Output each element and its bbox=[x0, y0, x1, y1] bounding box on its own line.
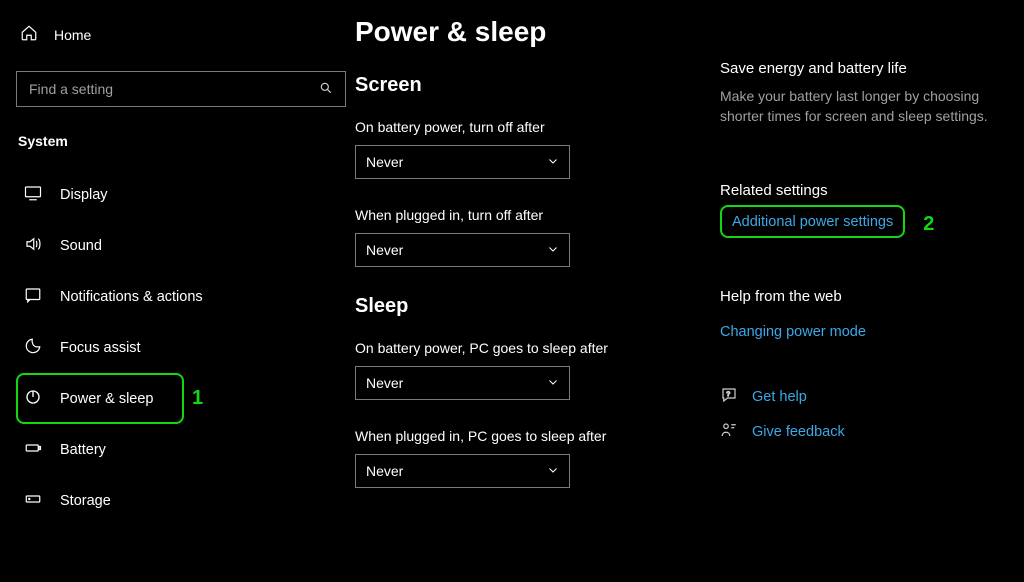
give-feedback-link[interactable]: Give feedback bbox=[720, 421, 1024, 442]
sidebar-section-system: System bbox=[16, 125, 345, 169]
save-energy-section: Save energy and battery life Make your b… bbox=[720, 60, 1024, 126]
search-input[interactable]: Find a setting bbox=[16, 71, 346, 107]
get-help-link[interactable]: ? Get help bbox=[720, 386, 1024, 407]
screen-battery-dropdown[interactable]: Never bbox=[355, 145, 570, 179]
sidebar-item-label: Notifications & actions bbox=[60, 289, 203, 305]
svg-text:?: ? bbox=[726, 391, 730, 398]
related-settings-section: Related settings Additional power settin… bbox=[720, 182, 1024, 238]
field-screen-battery: On battery power, turn off after Never bbox=[355, 119, 710, 179]
sidebar-item-label: Focus assist bbox=[60, 340, 141, 356]
sidebar-item-power-sleep[interactable]: Power & sleep bbox=[16, 373, 184, 424]
chevron-down-icon bbox=[547, 375, 559, 391]
settings-sidebar: Home Find a setting System Display Sound… bbox=[0, 0, 355, 582]
save-energy-body: Make your battery last longer by choosin… bbox=[720, 87, 1024, 126]
nav-home[interactable]: Home bbox=[16, 18, 345, 51]
related-settings-heading: Related settings bbox=[720, 182, 1024, 199]
help-icon: ? bbox=[720, 386, 738, 407]
sidebar-item-label: Power & sleep bbox=[60, 391, 154, 407]
screen-plugged-dropdown[interactable]: Never bbox=[355, 233, 570, 267]
right-column: Save energy and battery life Make your b… bbox=[720, 16, 1024, 582]
help-from-web-section: Help from the web Changing power mode bbox=[720, 288, 1024, 340]
annotation-one: 1 bbox=[192, 387, 203, 410]
changing-power-mode-link[interactable]: Changing power mode bbox=[720, 324, 866, 340]
sound-icon bbox=[24, 235, 42, 256]
storage-icon bbox=[24, 490, 42, 511]
sidebar-item-storage[interactable]: Storage bbox=[16, 475, 345, 526]
screen-heading: Screen bbox=[355, 74, 710, 97]
notifications-icon bbox=[24, 286, 42, 307]
search-placeholder: Find a setting bbox=[29, 81, 113, 97]
field-sleep-plugged: When plugged in, PC goes to sleep after … bbox=[355, 428, 710, 488]
field-label: On battery power, PC goes to sleep after bbox=[355, 340, 710, 356]
sidebar-item-notifications[interactable]: Notifications & actions bbox=[16, 271, 345, 322]
feedback-icon bbox=[720, 421, 738, 442]
sidebar-item-label: Battery bbox=[60, 442, 106, 458]
dropdown-value: Never bbox=[366, 154, 403, 170]
annotation-two: 2 bbox=[923, 213, 934, 236]
chevron-down-icon bbox=[547, 463, 559, 479]
chevron-down-icon bbox=[547, 242, 559, 258]
sidebar-item-sound[interactable]: Sound bbox=[16, 220, 345, 271]
get-help-label: Get help bbox=[752, 389, 807, 405]
additional-power-settings-link[interactable]: Additional power settings bbox=[732, 214, 893, 230]
field-sleep-battery: On battery power, PC goes to sleep after… bbox=[355, 340, 710, 400]
sidebar-item-display[interactable]: Display bbox=[16, 169, 345, 220]
home-icon bbox=[20, 24, 38, 45]
sidebar-item-label: Storage bbox=[60, 493, 111, 509]
page-title: Power & sleep bbox=[355, 16, 710, 48]
field-screen-plugged: When plugged in, turn off after Never bbox=[355, 207, 710, 267]
field-label: On battery power, turn off after bbox=[355, 119, 710, 135]
sleep-heading: Sleep bbox=[355, 295, 710, 318]
sleep-plugged-dropdown[interactable]: Never bbox=[355, 454, 570, 488]
display-icon bbox=[24, 184, 42, 205]
dropdown-value: Never bbox=[366, 242, 403, 258]
field-label: When plugged in, turn off after bbox=[355, 207, 710, 223]
support-links: ? Get help Give feedback bbox=[720, 386, 1024, 442]
annotation-box-two: Additional power settings bbox=[720, 205, 905, 238]
field-label: When plugged in, PC goes to sleep after bbox=[355, 428, 710, 444]
battery-icon bbox=[24, 439, 42, 460]
save-energy-heading: Save energy and battery life bbox=[720, 60, 1024, 77]
give-feedback-label: Give feedback bbox=[752, 424, 845, 440]
moon-icon bbox=[24, 337, 42, 358]
sidebar-item-battery[interactable]: Battery bbox=[16, 424, 345, 475]
help-from-web-heading: Help from the web bbox=[720, 288, 1024, 305]
dropdown-value: Never bbox=[366, 375, 403, 391]
main-panel: Power & sleep Screen On battery power, t… bbox=[355, 0, 1024, 582]
search-icon bbox=[319, 81, 333, 98]
dropdown-value: Never bbox=[366, 463, 403, 479]
nav-home-label: Home bbox=[54, 27, 91, 43]
content-column: Power & sleep Screen On battery power, t… bbox=[355, 16, 720, 582]
power-icon bbox=[24, 388, 42, 409]
chevron-down-icon bbox=[547, 154, 559, 170]
sidebar-item-label: Sound bbox=[60, 238, 102, 254]
sidebar-item-label: Display bbox=[60, 187, 108, 203]
sleep-battery-dropdown[interactable]: Never bbox=[355, 366, 570, 400]
sidebar-item-focus-assist[interactable]: Focus assist bbox=[16, 322, 345, 373]
